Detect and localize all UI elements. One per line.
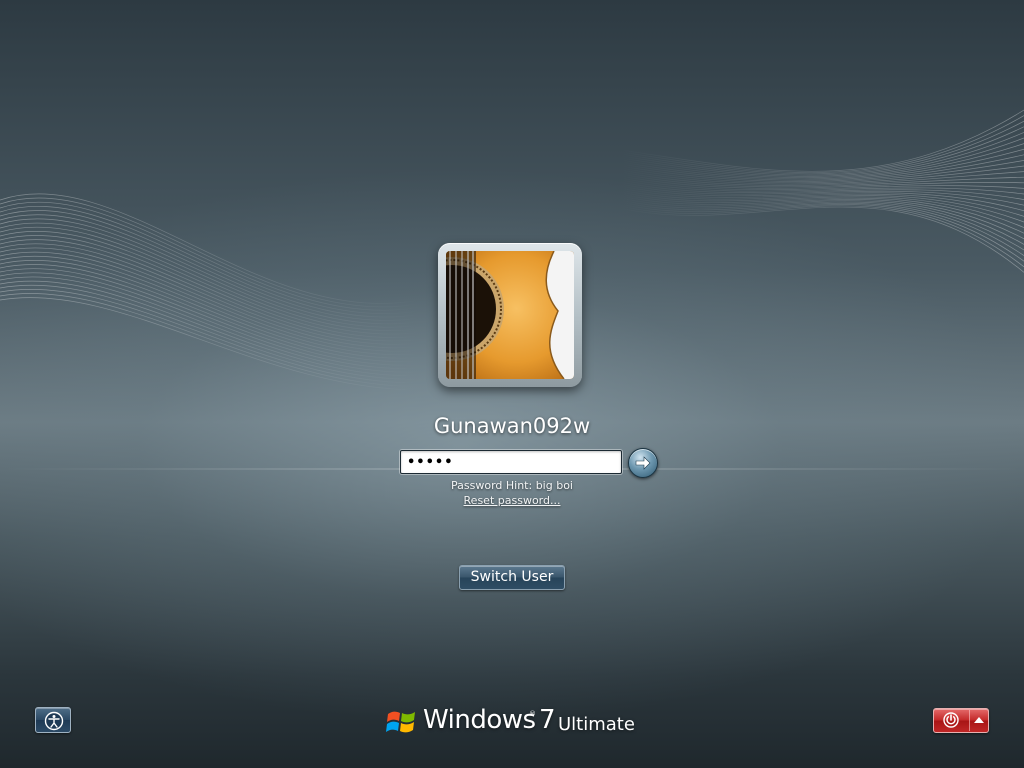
swirl-line [0,193,421,304]
swirl-line [619,109,1024,172]
ease-of-access-button[interactable] [35,707,71,733]
user-avatar-frame[interactable] [438,243,582,387]
arrow-right-icon [635,456,651,470]
password-field[interactable] [400,450,622,474]
password-input[interactable] [401,451,621,474]
swirl-line [619,115,1024,173]
password-hint: Password Hint: big boi [451,479,573,492]
swirl-line [619,205,1024,268]
shutdown-button[interactable] [934,709,969,732]
windows-flag-icon [386,711,415,733]
submit-button[interactable] [628,448,658,478]
reset-password-link[interactable]: Reset password... [312,494,712,507]
swirl-line [0,239,421,342]
swirl-line [619,203,1024,262]
product-version: 7 [539,705,556,735]
swirl-line [0,272,421,369]
swirl-line [619,206,1024,273]
swirl-line [0,197,421,308]
registered-mark: ® [529,710,536,718]
swirl-line [619,201,1024,256]
swirl-line [0,206,421,315]
windows-branding: Windows ® 7 Ultimate [386,704,646,744]
chevron-up-icon [974,717,984,723]
shutdown-options-button[interactable] [970,709,988,732]
product-edition: Ultimate [558,714,635,735]
swirl-line [619,126,1024,176]
product-name: Windows [423,705,536,735]
ease-of-access-icon [44,711,64,731]
power-icon [943,712,959,728]
user-name: Gunawan092w [433,414,591,438]
swirl-line [0,243,421,345]
swirl-line [619,120,1024,175]
guitar-avatar-icon [446,251,574,379]
swirl-line [619,137,1024,179]
switch-user-button[interactable]: Switch User [459,565,565,590]
swirl-line [0,201,421,311]
power-button-group [933,708,989,733]
swirl-line [0,297,421,391]
